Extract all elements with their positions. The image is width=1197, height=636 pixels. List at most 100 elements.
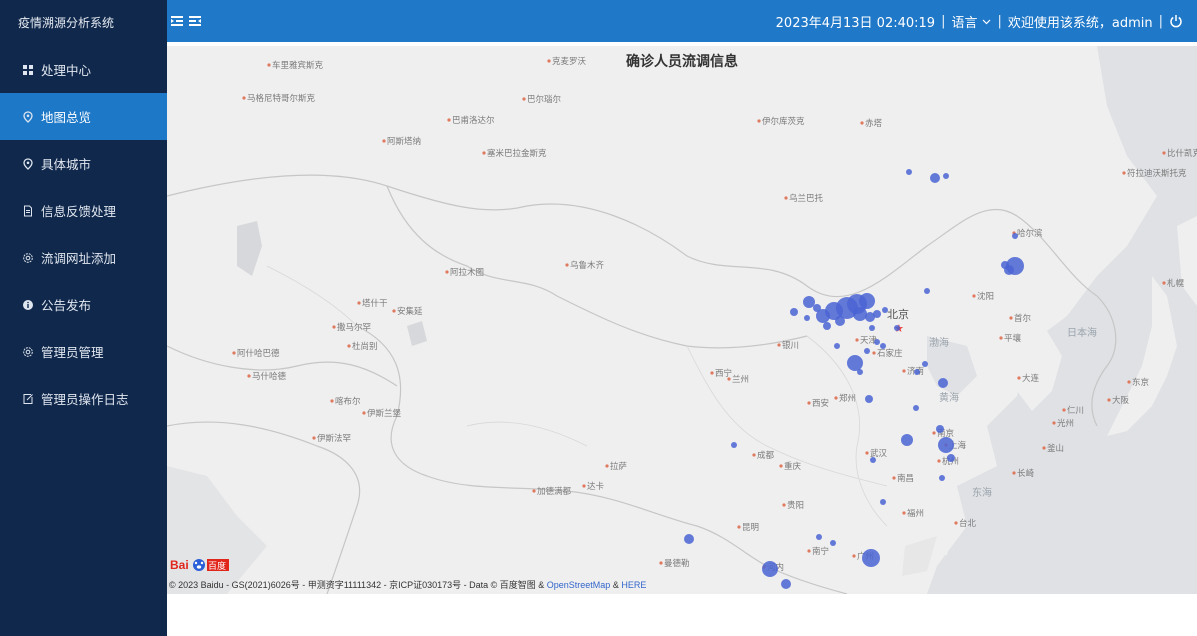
case-point[interactable] [790,308,798,316]
case-point[interactable] [816,534,822,540]
case-point[interactable] [823,322,831,330]
case-point[interactable] [835,316,845,326]
sidebar-item-7[interactable]: 管理员操作日志 [0,375,167,422]
case-point[interactable] [874,339,880,345]
sidebar-item-4[interactable]: 流调网址添加 [0,234,167,281]
case-point[interactable] [847,355,863,371]
osm-link[interactable]: OpenStreetMap [547,580,611,590]
case-point[interactable] [684,534,694,544]
case-point[interactable] [857,369,863,375]
case-point[interactable] [762,561,778,577]
city-label: 塞米巴拉金斯克 [487,148,547,159]
location-pin-icon [22,110,34,123]
case-point[interactable] [781,579,791,589]
city-dot [710,371,714,375]
case-point[interactable] [864,348,870,354]
city-dot [779,464,783,468]
case-point[interactable] [834,343,840,349]
case-point[interactable] [813,304,821,312]
case-point[interactable] [930,173,940,183]
city-dot [1162,151,1166,155]
city-dot [784,196,788,200]
map-container[interactable]: 车里雅宾斯克 克麦罗沃 马格尼特哥尔斯克 巴尔瑙尔 巴甫洛达尔 伊尔库茨克 赤塔 阿斯塔纳 塞米… [167,46,1197,594]
city-label: 伊斯法罕 [317,433,351,444]
sidebar-item-1[interactable]: 地图总览 [0,93,167,140]
city-label: 赤塔 [865,118,883,129]
city-label: 釜山 [1047,443,1064,454]
case-point[interactable] [731,442,737,448]
city-label: 西安 [812,398,829,409]
map-canvas[interactable]: 车里雅宾斯克 克麦罗沃马格尼特哥尔斯克 巴尔瑙尔巴甫洛达尔 伊尔库茨克 赤塔阿斯塔纳塞米… [167,46,1197,594]
city-dot [902,369,906,373]
case-point[interactable] [859,293,875,309]
case-point[interactable] [803,296,815,308]
case-point[interactable] [938,378,948,388]
case-point[interactable] [1012,233,1018,239]
case-point[interactable] [870,457,876,463]
city-label: 东京 [1132,377,1149,388]
case-point[interactable] [882,307,888,313]
city-label: 石家庄 [877,348,903,359]
city-label: 加德满都 [537,486,572,497]
sidebar-item-5[interactable]: 公告发布 [0,281,167,328]
city-dot [807,401,811,405]
case-point[interactable] [853,307,867,321]
sidebar-item-3[interactable]: 信息反馈处理 [0,187,167,234]
app-title: 疫情溯源分析系统 [18,16,115,30]
city-label: 巴甫洛达尔 [452,115,495,126]
city-label: 大连 [1022,373,1040,384]
case-point[interactable] [913,405,919,411]
city-dot [447,118,451,122]
case-point[interactable] [894,325,900,331]
case-point[interactable] [938,437,954,453]
case-point[interactable] [901,434,913,446]
city-label: 拉萨 [610,461,628,472]
city-label: 达卡 [587,481,605,492]
case-point[interactable] [880,343,886,349]
location-pin-icon [22,157,34,170]
case-point[interactable] [865,395,873,403]
sea-label: 日本海 [1067,326,1097,339]
city-dot [737,525,741,529]
city-label: 阿什哈巴德 [237,348,280,359]
case-point[interactable] [869,325,875,331]
city-dot [605,464,609,468]
city-label: 符拉迪沃斯托克 [1127,168,1187,179]
sidebar-item-0[interactable]: 处理中心 [0,46,167,93]
city-dot [1009,316,1013,320]
city-dot [752,453,756,457]
case-point[interactable] [943,173,949,179]
svg-text:百度: 百度 [208,560,226,572]
city-dot [1162,281,1166,285]
logout-button[interactable] [1169,14,1183,28]
case-point[interactable] [906,169,912,175]
case-point[interactable] [804,315,810,321]
case-point[interactable] [1001,261,1009,269]
city-dot [347,344,351,348]
sidebar-toggle-button[interactable] [170,13,202,32]
sea-label: 东海 [972,486,992,499]
sidebar-item-2[interactable]: 具体城市 [0,140,167,187]
case-point[interactable] [880,499,886,505]
case-point[interactable] [914,369,920,375]
city-dot [582,484,586,488]
city-dot [902,511,906,515]
case-point[interactable] [939,475,945,481]
city-label: 福州 [907,508,924,519]
city-dot [247,374,251,378]
language-dropdown[interactable]: 语言 [951,12,991,31]
city-dot [445,270,449,274]
case-point[interactable] [862,549,880,567]
case-point[interactable] [936,425,944,433]
here-link[interactable]: HERE [621,580,646,590]
document-icon [22,205,34,217]
city-label: 札幌 [1167,278,1185,289]
sidebar-item-6[interactable]: 管理员管理 [0,328,167,375]
city-label: 长崎 [1017,468,1035,479]
case-point[interactable] [924,288,930,294]
case-point[interactable] [922,361,928,367]
case-point[interactable] [873,310,881,318]
case-point[interactable] [830,540,836,546]
city-dot [932,431,936,435]
case-point[interactable] [947,454,955,462]
